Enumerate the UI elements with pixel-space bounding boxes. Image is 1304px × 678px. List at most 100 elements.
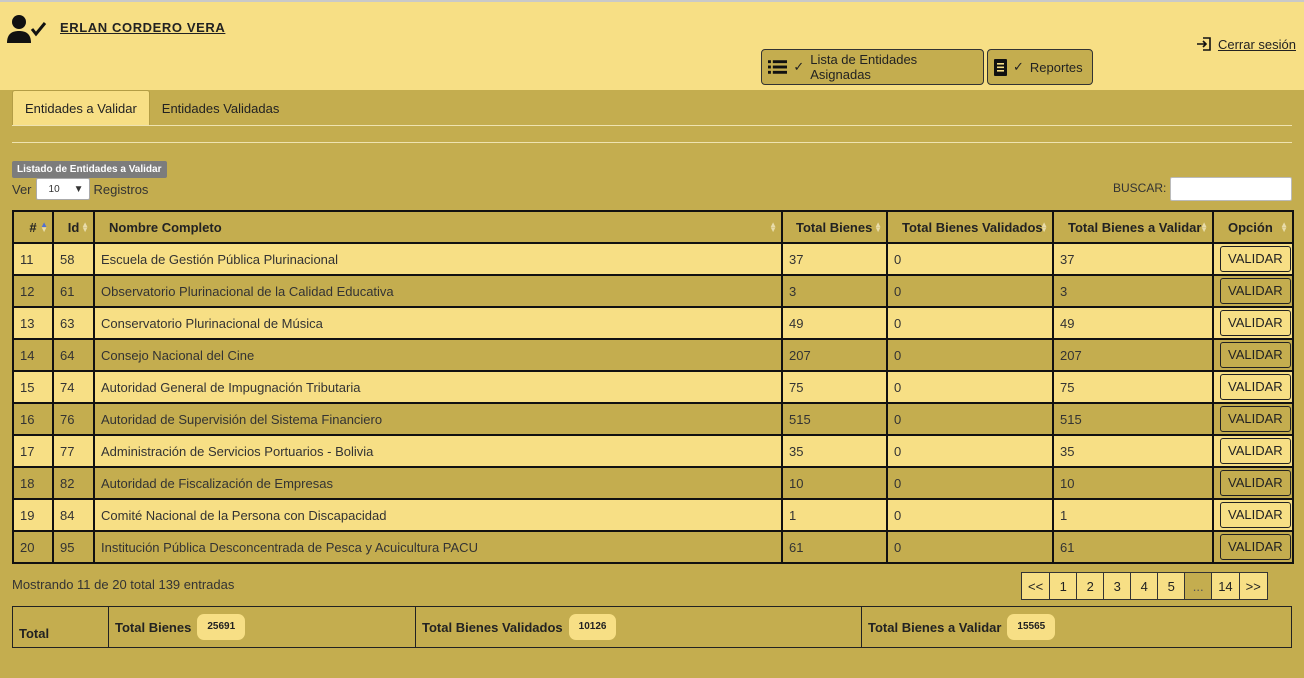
row-a-validar: 10 [1052,466,1214,500]
row-nombre: Observatorio Plurinacional de la Calidad… [93,274,783,308]
page-button[interactable]: 2 [1076,572,1105,600]
row-opcion: VALIDAR [1212,434,1294,468]
total-a-validar-badge: 15565 [1007,614,1056,640]
page-size-value: 10 [48,183,60,195]
page-button[interactable]: 1 [1049,572,1078,600]
row-validados: 0 [886,434,1054,468]
row-number: 16 [12,402,54,436]
row-id: 77 [52,434,95,468]
table-row: 20 95 Institución Pública Desconcentrada d… [12,530,1294,564]
tab-entidades-a-validar[interactable]: Entidades a Validar [12,90,150,126]
validar-button[interactable]: VALIDAR [1220,502,1291,528]
col-header-number[interactable]: # ▲ ▼ [12,210,54,244]
validar-button[interactable]: VALIDAR [1220,374,1291,400]
row-id: 82 [52,466,95,500]
sort-icon: ▲ ▼ [874,220,882,234]
sort-icon: ▲ ▼ [1040,220,1048,234]
row-validados: 0 [886,338,1054,372]
page-button[interactable]: 3 [1103,572,1132,600]
section-divider [12,142,1292,143]
row-nombre: Institución Pública Desconcentrada de Pe… [93,530,783,564]
col-header-nombre[interactable]: Nombre Completo ▲ ▼ [93,210,783,244]
page-ellipsis: ... [1184,572,1213,600]
row-total-bienes: 3 [781,274,888,308]
row-a-validar: 35 [1052,434,1214,468]
row-number: 18 [12,466,54,500]
row-nombre: Autoridad de Supervisión del Sistema Fin… [93,402,783,436]
tab-entidades-validadas[interactable]: Entidades Validadas [150,90,292,126]
page-button[interactable]: 5 [1157,572,1186,600]
top-header: ERLAN CORDERO VERA Cerrar sesión ✓ Lista… [0,0,1304,90]
row-a-validar: 49 [1052,306,1214,340]
registros-label: Registros [93,181,149,197]
tab-bar: Entidades a Validar Entidades Validadas [12,90,291,126]
page-first-button[interactable]: << [1021,572,1051,600]
total-validados-label: Total Bienes Validados [422,619,563,635]
sort-icon: ▲ ▼ [81,220,89,234]
col-header-a-validar[interactable]: Total Bienes a Validar ▲ ▼ [1052,210,1214,244]
page-size-control: Ver 10 ▼ Registros [12,178,148,200]
total-validados-badge: 10126 [568,614,617,640]
assigned-entities-button[interactable]: ✓ Lista de Entidades Asignadas [761,49,984,85]
reports-label: Reportes [1029,59,1083,75]
col-header-total-bienes[interactable]: Total Bienes ▲ ▼ [781,210,888,244]
table-row: 13 63 Conservatorio Plurinacional de Músic… [12,306,1294,340]
row-number: 13 [12,306,54,340]
total-a-validar-label: Total Bienes a Validar [868,619,1002,635]
table-row: 11 58 Escuela de Gestión Pública Plurinaci… [12,242,1294,276]
search-input[interactable] [1170,177,1292,201]
table-row: 19 84 Comité Nacional de la Persona con Di… [12,498,1294,532]
validar-button[interactable]: VALIDAR [1220,246,1291,272]
row-id: 64 [52,338,95,372]
listing-badge: Listado de Entidades a Validar [12,161,167,178]
validar-button[interactable]: VALIDAR [1220,438,1291,464]
row-nombre: Comité Nacional de la Persona con Discap… [93,498,783,532]
row-id: 74 [52,370,95,404]
page-size-select[interactable]: 10 ▼ [35,178,90,200]
row-total-bienes: 37 [781,242,888,276]
row-opcion: VALIDAR [1212,274,1294,308]
row-nombre: Conservatorio Plurinacional de Música [93,306,783,340]
validar-button[interactable]: VALIDAR [1220,406,1291,432]
total-validados: Total Bienes Validados 10126 [416,607,862,647]
page-last-button[interactable]: >> [1238,572,1268,600]
total-bienes-label: Total Bienes [115,619,192,635]
page-button[interactable]: 14 [1211,572,1240,600]
tab-divider [12,125,1292,126]
check-mark: ✓ [1013,59,1024,74]
validar-button[interactable]: VALIDAR [1220,534,1291,560]
logout-link[interactable]: Cerrar sesión [1196,36,1296,52]
sort-icon: ▲ ▼ [769,220,777,234]
user-name-link[interactable]: ERLAN CORDERO VERA [60,20,225,35]
row-total-bienes: 35 [781,434,888,468]
col-header-opcion[interactable]: Opción ▲ ▼ [1212,210,1294,244]
check-mark: ✓ [793,59,805,74]
col-header-id[interactable]: Id ▲ ▼ [52,210,95,244]
row-total-bienes: 61 [781,530,888,564]
table-info: Mostrando 11 de 20 total 139 entradas [12,577,235,592]
assigned-entities-label: Lista de Entidades Asignadas [810,52,918,82]
row-a-validar: 37 [1052,242,1214,276]
row-a-validar: 75 [1052,370,1214,404]
logout-label: Cerrar sesión [1217,36,1296,52]
reports-button[interactable]: ✓ Reportes [987,49,1093,85]
table-row: 17 77 Administración de Servicios Portuari… [12,434,1294,468]
row-a-validar: 61 [1052,530,1214,564]
ver-label: Ver [12,181,32,197]
row-nombre: Administración de Servicios Portuarios -… [93,434,783,468]
col-header-validados[interactable]: Total Bienes Validados ▲ ▼ [886,210,1054,244]
row-validados: 0 [886,274,1054,308]
page-button[interactable]: 4 [1130,572,1159,600]
validar-button[interactable]: VALIDAR [1220,342,1291,368]
row-number: 14 [12,338,54,372]
row-validados: 0 [886,370,1054,404]
row-opcion: VALIDAR [1212,306,1294,340]
row-total-bienes: 207 [781,338,888,372]
validar-button[interactable]: VALIDAR [1220,278,1291,304]
validar-button[interactable]: VALIDAR [1220,470,1291,496]
row-nombre: Escuela de Gestión Pública Plurinacional [93,242,783,276]
row-validados: 0 [886,402,1054,436]
table-row: 14 64 Consejo Nacional del Cine 207 0 207 VALI… [12,338,1294,372]
row-id: 61 [52,274,95,308]
validar-button[interactable]: VALIDAR [1220,310,1291,336]
